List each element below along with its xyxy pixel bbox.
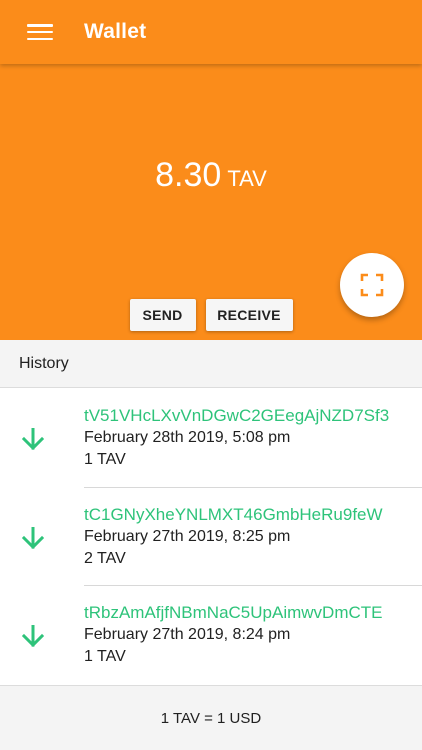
transaction-date: February 27th 2019, 8:24 pm bbox=[84, 626, 291, 643]
transaction-row[interactable]: tV51VHcLXvVnDGwC2GEegAjNZD7Sf3 February … bbox=[0, 389, 422, 488]
exchange-rate: 1 TAV = 1 USD bbox=[0, 685, 422, 750]
transaction-list: tV51VHcLXvVnDGwC2GEegAjNZD7Sf3 February … bbox=[0, 389, 422, 685]
receive-button[interactable]: RECEIVE bbox=[205, 299, 293, 331]
qr-scan-icon bbox=[360, 273, 384, 297]
transaction-address: tV51VHcLXvVnDGwC2GEegAjNZD7Sf3 bbox=[84, 406, 390, 425]
transaction-amount: 1 TAV bbox=[84, 648, 126, 665]
balance-display: 8.30 TAV bbox=[0, 156, 422, 195]
scan-button[interactable] bbox=[340, 253, 404, 317]
balance-amount: 8.30 bbox=[155, 156, 222, 194]
balance-unit: TAV bbox=[227, 166, 267, 191]
transaction-date: February 27th 2019, 8:25 pm bbox=[84, 527, 291, 545]
transaction-row[interactable]: tRbzAmAfjfNBmNaC5UpAimwvDmCTE February 2… bbox=[0, 586, 422, 685]
arrow-down-icon bbox=[22, 428, 44, 450]
transaction-amount: 2 TAV bbox=[84, 549, 126, 567]
page-title: Wallet bbox=[84, 20, 147, 43]
app-bar: Wallet bbox=[0, 0, 422, 64]
transaction-date: February 28th 2019, 5:08 pm bbox=[84, 429, 291, 446]
arrow-down-icon bbox=[22, 526, 44, 549]
hamburger-menu-icon[interactable] bbox=[26, 21, 54, 43]
arrow-down-icon bbox=[22, 625, 44, 647]
transaction-row[interactable]: tC1GNyXheYNLMXT46GmbHeRu9feW February 27… bbox=[0, 488, 422, 586]
transaction-address: tRbzAmAfjfNBmNaC5UpAimwvDmCTE bbox=[84, 603, 383, 622]
send-button[interactable]: SEND bbox=[129, 299, 196, 331]
transaction-address: tC1GNyXheYNLMXT46GmbHeRu9feW bbox=[84, 504, 383, 524]
history-header: History bbox=[0, 340, 422, 388]
transaction-amount: 1 TAV bbox=[84, 451, 126, 468]
